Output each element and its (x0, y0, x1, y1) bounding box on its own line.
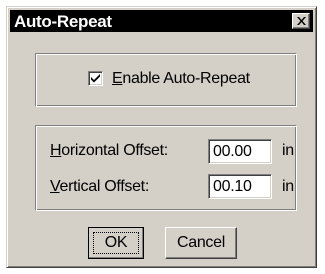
vertical-offset-label: Vertical Offset: (50, 178, 149, 196)
horizontal-mnemonic: H (50, 142, 62, 159)
horizontal-offset-field[interactable] (208, 139, 272, 164)
horizontal-label-text: orizontal Offset: (61, 142, 168, 159)
close-button[interactable] (292, 13, 310, 29)
checkmark-icon (91, 74, 100, 83)
horizontal-unit-label: in (282, 142, 294, 159)
enable-auto-repeat-label: Enable Auto-Repeat (112, 70, 250, 88)
title-bar: Auto-Repeat (10, 10, 313, 32)
close-icon (297, 17, 306, 25)
enable-auto-repeat-checkbox[interactable] (88, 71, 103, 86)
vertical-offset-field[interactable] (208, 174, 272, 199)
cancel-button[interactable]: Cancel (165, 227, 237, 259)
ok-button[interactable]: OK (88, 227, 144, 259)
focus-rectangle (93, 232, 139, 254)
vertical-mnemonic: V (50, 178, 60, 195)
cancel-button-label: Cancel (176, 234, 225, 251)
vertical-unit-label: in (282, 178, 294, 195)
enable-mnemonic: E (112, 70, 123, 87)
dialog-title: Auto-Repeat (14, 12, 112, 31)
offset-group: Horizontal Offset: in Vertical Offset: i… (35, 125, 297, 211)
enable-label-text: nable Auto-Repeat (122, 70, 250, 87)
enable-group: Enable Auto-Repeat (35, 53, 297, 107)
vertical-label-text: ertical Offset: (59, 178, 150, 195)
auto-repeat-dialog: Auto-Repeat Enable Auto-Repeat Horizonta… (6, 6, 317, 268)
horizontal-offset-label: Horizontal Offset: (50, 142, 168, 160)
